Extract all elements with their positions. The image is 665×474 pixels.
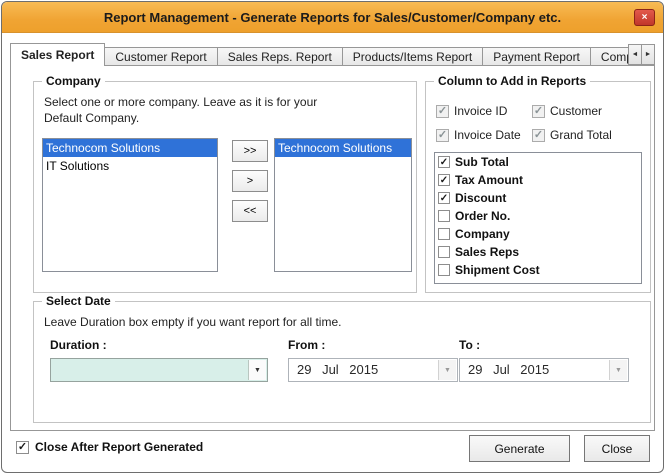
checkbox-box[interactable] [438, 264, 450, 276]
close-after-report-label: Close After Report Generated [35, 440, 204, 454]
checkbox-label: Invoice Date [454, 128, 521, 142]
to-date-picker[interactable]: 29 Jul 2015 ▼ [459, 358, 629, 382]
to-label: To : [459, 338, 481, 352]
checkbox-label: Tax Amount [455, 173, 523, 187]
tab-sales-report[interactable]: Sales Report [10, 43, 106, 66]
close-after-report-checkbox[interactable]: ✓ Close After Report Generated [16, 440, 203, 454]
checkbox-label: Discount [455, 191, 507, 205]
dropdown-arrow-icon[interactable]: ▼ [248, 360, 266, 380]
tab-payment-report[interactable]: Payment Report [482, 47, 591, 66]
select-date-description: Leave Duration box empty if you want rep… [44, 315, 342, 329]
company-group-description: Select one or more company. Leave as it … [44, 95, 318, 125]
optional-columns-list[interactable]: ✓ Sub Total ✓ Tax Amount ✓ Discount Orde… [434, 152, 642, 284]
list-item[interactable]: IT Solutions [43, 157, 217, 175]
checkbox-label: Shipment Cost [455, 263, 540, 277]
checkbox-label: Customer [550, 104, 603, 118]
checkbox-invoice-id: ✓ Invoice ID [436, 104, 524, 118]
chevron-right-icon: ► [644, 51, 652, 58]
down-triangle-icon: ▼ [615, 366, 622, 374]
checkbox-box[interactable] [438, 246, 450, 258]
company-group-title: Company [42, 74, 105, 88]
tab-products-items-report[interactable]: Products/Items Report [341, 47, 484, 66]
columns-group: Column to Add in Reports ✓ Invoice ID ✓ … [425, 74, 651, 293]
tab-scroll-right-button[interactable]: ► [641, 44, 655, 65]
checkmark-icon: ✓ [533, 104, 544, 117]
checkbox-label: Sales Reps [455, 245, 520, 259]
move-all-right-button[interactable]: >> [232, 140, 268, 162]
checkmark-icon: ✓ [439, 174, 449, 186]
move-right-button[interactable]: > [232, 170, 268, 192]
down-triangle-icon: ▼ [254, 366, 261, 374]
dropdown-arrow-icon[interactable]: ▼ [609, 360, 627, 380]
checkbox-box[interactable]: ✓ [438, 156, 450, 168]
down-triangle-icon: ▼ [444, 366, 451, 374]
report-management-dialog: Report Management - Generate Reports for… [1, 1, 664, 473]
tab-strip: Sales Report Customer Report Sales Reps.… [10, 43, 655, 66]
dropdown-arrow-icon[interactable]: ▼ [438, 360, 456, 380]
sales-report-panel: Company Select one or more company. Leav… [10, 65, 655, 431]
checkbox-invoice-date: ✓ Invoice Date [436, 128, 524, 142]
company-group: Company Select one or more company. Leav… [33, 74, 417, 293]
columns-group-title: Column to Add in Reports [434, 74, 591, 88]
checkbox-tax-amount[interactable]: ✓ Tax Amount [435, 171, 641, 189]
to-date-value: 29 Jul 2015 [468, 362, 550, 377]
checkbox-sales-reps[interactable]: Sales Reps [435, 243, 641, 261]
checkmark-icon: ✓ [439, 192, 449, 204]
select-date-group: Select Date Leave Duration box empty if … [33, 294, 651, 423]
tab-sales-reps-report[interactable]: Sales Reps. Report [216, 47, 343, 66]
tab-scroll-left-button[interactable]: ◄ [628, 44, 642, 65]
window-close-button[interactable]: × [634, 9, 655, 26]
checkbox-label: Order No. [455, 209, 511, 223]
list-item[interactable]: Technocom Solutions [43, 139, 217, 157]
checkmark-icon: ✓ [437, 128, 448, 141]
close-icon: × [641, 12, 648, 23]
checkbox-box: ✓ [436, 104, 449, 118]
list-item[interactable]: Technocom Solutions [275, 139, 411, 157]
checkmark-icon: ✓ [533, 128, 544, 141]
tab-customer-report[interactable]: Customer Report [104, 47, 218, 66]
checkmark-icon: ✓ [17, 440, 28, 453]
checkbox-box[interactable]: ✓ [438, 174, 450, 186]
generate-button[interactable]: Generate [469, 435, 570, 462]
checkbox-box[interactable]: ✓ [438, 192, 450, 204]
checkbox-label: Company [455, 227, 510, 241]
checkbox-box[interactable] [438, 210, 450, 222]
checkmark-icon: ✓ [439, 156, 449, 168]
chevron-left-icon: ◄ [631, 51, 639, 58]
tab-scroll-control: ◄ ► [628, 44, 655, 65]
from-label: From : [288, 338, 326, 352]
checkbox-shipment-cost[interactable]: Shipment Cost [435, 261, 641, 279]
checkbox-box: ✓ [532, 128, 545, 142]
checkbox-label: Sub Total [455, 155, 509, 169]
checkbox-box: ✓ [532, 104, 545, 118]
checkbox-label: Invoice ID [454, 104, 508, 118]
checkbox-box[interactable]: ✓ [16, 440, 29, 454]
checkbox-sub-total[interactable]: ✓ Sub Total [435, 153, 641, 171]
from-date-value: 29 Jul 2015 [297, 362, 379, 377]
checkbox-grand-total: ✓ Grand Total [532, 128, 642, 142]
titlebar: Report Management - Generate Reports for… [2, 2, 663, 33]
checkbox-customer: ✓ Customer [532, 104, 642, 118]
move-all-left-button[interactable]: << [232, 200, 268, 222]
window-title: Report Management - Generate Reports for… [103, 10, 562, 25]
selected-companies-list[interactable]: Technocom Solutions [274, 138, 412, 272]
checkmark-icon: ✓ [437, 104, 448, 117]
fixed-columns: ✓ Invoice ID ✓ Customer ✓ Invoice Date ✓… [436, 104, 642, 142]
checkbox-box[interactable] [438, 228, 450, 240]
checkbox-label: Grand Total [550, 128, 612, 142]
checkbox-order-no[interactable]: Order No. [435, 207, 641, 225]
available-companies-list[interactable]: Technocom Solutions IT Solutions [42, 138, 218, 272]
close-button[interactable]: Close [584, 435, 650, 462]
checkbox-company[interactable]: Company [435, 225, 641, 243]
select-date-group-title: Select Date [42, 294, 115, 308]
checkbox-box: ✓ [436, 128, 449, 142]
duration-label: Duration : [50, 338, 107, 352]
duration-combobox[interactable]: ▼ [50, 358, 268, 382]
checkbox-discount[interactable]: ✓ Discount [435, 189, 641, 207]
from-date-picker[interactable]: 29 Jul 2015 ▼ [288, 358, 458, 382]
